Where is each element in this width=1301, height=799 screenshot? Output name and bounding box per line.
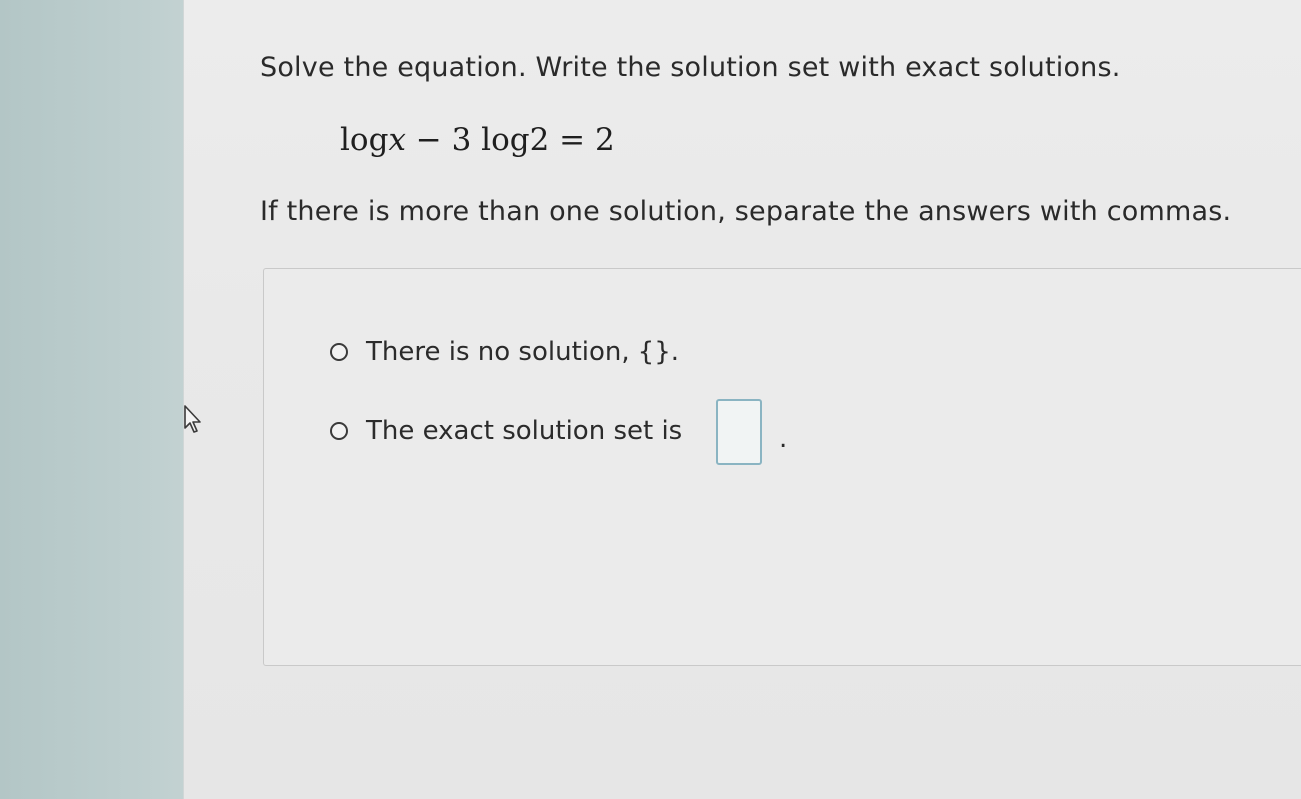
option-exact-solution-label: The exact solution set is [366, 416, 683, 446]
option-no-solution-period: . [670, 337, 680, 367]
radio-button-icon[interactable] [330, 343, 348, 361]
radio-button-icon[interactable] [330, 422, 348, 440]
instruction-text: If there is more than one solution, sepa… [260, 196, 1232, 227]
equation-rest: − 3 log2 = 2 [405, 122, 615, 158]
option-exact-solution-period: . [779, 424, 788, 454]
question-prompt: Solve the equation. Write the solution s… [260, 52, 1121, 83]
empty-set-symbol: {} [637, 337, 671, 367]
answer-box [263, 268, 1301, 666]
equation: logx − 3 log2 = 2 [340, 122, 615, 158]
background-left-strip [0, 0, 190, 799]
equation-log: log [340, 122, 389, 158]
option-no-solution-label: There is no solution, [366, 337, 630, 367]
solution-input[interactable] [716, 399, 762, 465]
option-no-solution[interactable]: There is no solution, {} . [330, 337, 679, 367]
equation-variable: x [388, 122, 406, 158]
pointer-arrow-icon [184, 405, 201, 433]
option-exact-solution[interactable]: The exact solution set is [330, 416, 682, 446]
